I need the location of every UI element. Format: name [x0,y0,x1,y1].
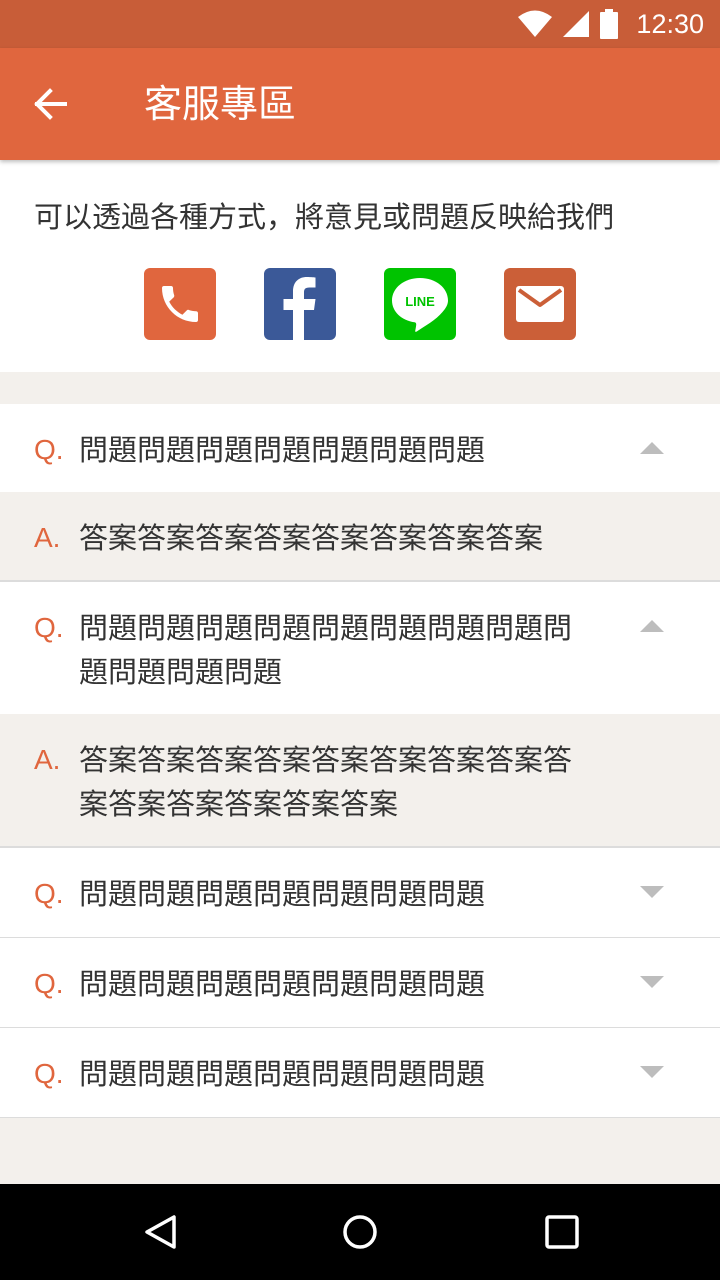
faq-question[interactable]: Q. 問題問題問題問題問題問題問題問題問題問題問題問題 [0,582,720,714]
phone-icon [162,286,198,322]
email-button[interactable] [504,268,576,340]
question-text: 問題問題問題問題問題問題問題 [79,877,486,911]
battery-icon [600,9,619,39]
line-icon: LINE [392,278,448,332]
chevron-down-icon[interactable] [640,886,664,898]
faq-question[interactable]: Q. 問題問題問題問題問題問題問題 [0,848,720,938]
chevron-up-icon[interactable] [640,620,664,632]
question-prefix: Q. [34,434,64,465]
mail-icon [516,286,564,322]
recents-square-icon [545,1215,579,1249]
answer-prefix: A. [34,744,61,775]
faq-question[interactable]: Q. 問題問題問題問題問題問題問題 [0,404,720,492]
status-bar: 12:30 [0,0,720,48]
nav-back-button[interactable] [126,1198,194,1266]
contact-description: 可以透過各種方式，將意見或問題反映給我們 [34,200,615,234]
navigation-bar [0,1184,720,1280]
answer-prefix: A. [34,522,61,553]
answer-text: 答案答案答案答案答案答案答案答案答案答案答案答案答案答案 [79,743,573,821]
arrow-back-icon [34,88,67,120]
contact-section: 可以透過各種方式，將意見或問題反映給我們 LINE [0,160,720,372]
back-triangle-icon [145,1215,176,1249]
chevron-up-icon[interactable] [640,442,664,454]
question-text: 問題問題問題問題問題問題問題 [79,1057,486,1091]
home-circle-icon [343,1215,377,1249]
chevron-down-icon[interactable] [640,976,664,988]
facebook-button[interactable] [264,268,336,340]
question-prefix: Q. [34,968,64,999]
question-text: 問題問題問題問題問題問題問題 [79,433,486,467]
faq-question[interactable]: Q. 問題問題問題問題問題問題問題 [0,1028,720,1118]
facebook-icon [283,277,316,340]
wifi-icon [518,10,553,37]
line-button[interactable]: LINE [384,268,456,340]
nav-home-button[interactable] [326,1198,394,1266]
faq-answer: A. 答案答案答案答案答案答案答案答案 [0,492,720,582]
clock: 12:30 [636,8,704,39]
question-prefix: Q. [34,878,64,909]
chevron-down-icon[interactable] [640,1066,664,1078]
phone-button[interactable] [144,268,216,340]
answer-text: 答案答案答案答案答案答案答案答案 [79,521,544,555]
faq-answer: A. 答案答案答案答案答案答案答案答案答案答案答案答案答案答案 [0,714,720,848]
question-text: 問題問題問題問題問題問題問題 [79,967,486,1001]
back-button[interactable] [22,76,78,132]
line-label: LINE [405,294,435,309]
question-text: 問題問題問題問題問題問題問題問題問題問題問題問題 [79,611,573,689]
question-prefix: Q. [34,612,64,643]
app-bar: 客服專區 [0,48,720,160]
faq-list: Q. 問題問題問題問題問題問題問題 A. 答案答案答案答案答案答案答案答案 Q.… [0,404,720,1118]
question-prefix: Q. [34,1058,64,1089]
nav-recents-button[interactable] [528,1198,596,1266]
faq-question[interactable]: Q. 問題問題問題問題問題問題問題 [0,938,720,1028]
page-title: 客服專區 [144,82,297,126]
signal-icon [563,11,590,37]
contact-channels: LINE [144,268,576,340]
